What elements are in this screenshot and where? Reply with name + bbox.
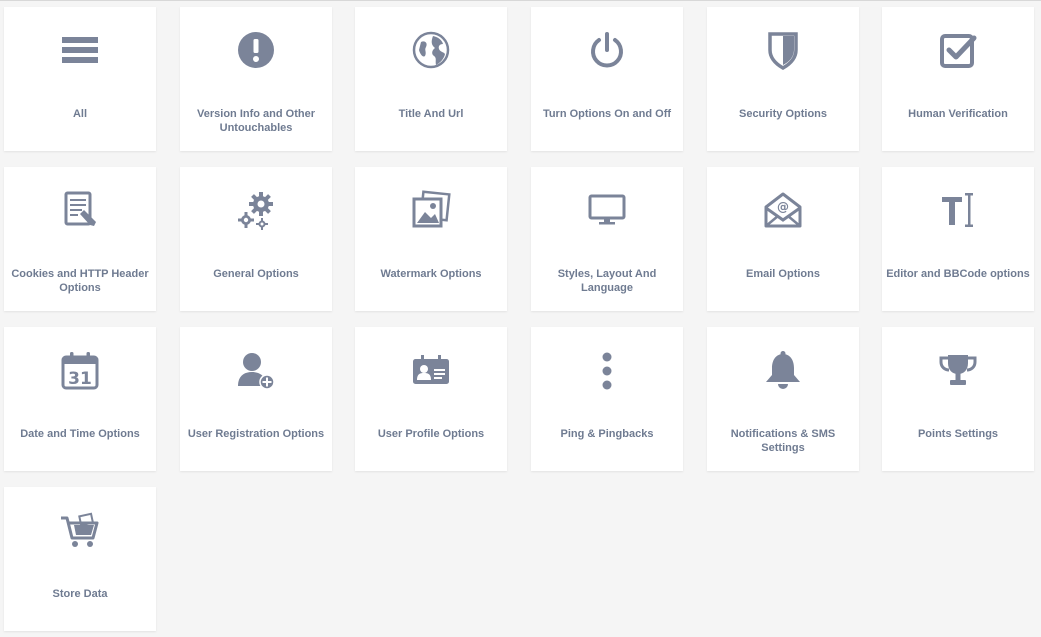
tile-label: Notifications & SMS Settings [730,428,836,454]
tile-label: Email Options [746,268,820,280]
tile-user-profile[interactable]: User Profile Options [355,327,507,471]
text-cursor-icon [937,189,979,231]
tile-label: Turn Options On and Off [542,108,672,120]
pictures-icon [410,189,452,231]
tile-user-registration[interactable]: User Registration Options [180,327,332,471]
tile-notifications-sms[interactable]: Notifications & SMS Settings [707,327,859,471]
tile-label: Ping & Pingbacks [560,428,654,440]
tile-label: Styles, Layout And Language [557,268,657,294]
globe-icon [410,29,452,71]
tile-human-verification[interactable]: Human Verification [882,7,1034,151]
tile-label: Security Options [738,108,828,120]
checkbox-icon [937,29,979,71]
shield-icon [762,29,804,71]
tile-label: Store Data [52,588,108,600]
tile-cookies-http[interactable]: Cookies and HTTP Header Options [4,167,156,311]
tile-ping-pingbacks[interactable]: Ping & Pingbacks [531,327,683,471]
tile-version-info[interactable]: Version Info and Other Untouchables [180,7,332,151]
list-icon [59,29,101,71]
tile-points-settings[interactable]: Points Settings [882,327,1034,471]
tile-turn-options[interactable]: Turn Options On and Off [531,7,683,151]
tile-watermark-options[interactable]: Watermark Options [355,167,507,311]
tile-label: Version Info and Other Untouchables [197,108,315,134]
tile-security-options[interactable]: Security Options [707,7,859,151]
tile-label: User Registration Options [187,428,325,440]
tile-styles-layout[interactable]: Styles, Layout And Language [531,167,683,311]
trophy-icon [937,349,979,391]
calendar-day: 31 [68,369,92,389]
user-plus-icon [235,349,277,391]
gears-icon [235,189,277,231]
envelope-at-icon: @ [762,189,804,231]
vertical-dots-icon [586,349,628,391]
svg-text:@: @ [777,200,789,214]
tile-label: Title And Url [398,108,464,120]
options-grid: All Version Info and Other Untouchables … [0,0,1041,637]
id-card-icon [410,349,452,391]
tile-label: General Options [213,268,299,280]
cart-icon [59,509,101,551]
tile-email-options[interactable]: @ Email Options [707,167,859,311]
tile-label: Cookies and HTTP Header Options [11,268,149,294]
exclamation-circle-icon [235,29,277,71]
monitor-icon [586,189,628,231]
tile-title-and-url[interactable]: Title And Url [355,7,507,151]
tile-label: All [72,108,88,120]
tile-label: Editor and BBCode options [886,268,1030,280]
tile-editor-bbcode[interactable]: Editor and BBCode options [882,167,1034,311]
bell-icon [762,349,804,391]
tile-store-data[interactable]: Store Data [4,487,156,631]
calendar-icon: 31 [59,349,101,391]
tile-label: User Profile Options [377,428,485,440]
power-icon [586,29,628,71]
tile-date-time[interactable]: 31 Date and Time Options [4,327,156,471]
tile-all[interactable]: All [4,7,156,151]
tile-label: Watermark Options [380,268,482,280]
tile-label: Human Verification [908,108,1008,120]
document-edit-icon [59,189,101,231]
tile-label: Points Settings [917,428,999,440]
tile-label: Date and Time Options [20,428,140,440]
tile-general-options[interactable]: General Options [180,167,332,311]
